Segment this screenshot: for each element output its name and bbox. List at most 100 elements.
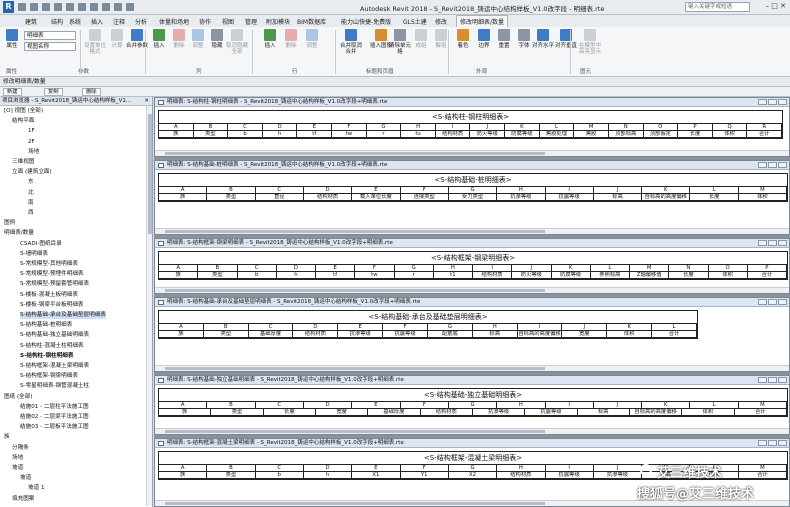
schedule-window-titlebar[interactable]: 明细表: S-结构框架-钢梁明细表 - S_Revit2018_铸运中心结构样板… — [155, 239, 789, 248]
column-letter[interactable]: P — [748, 265, 787, 271]
column-header[interactable]: 族 — [159, 272, 199, 278]
column-letter[interactable]: M — [630, 265, 670, 271]
column-header[interactable]: 载入单位长度 — [352, 194, 401, 200]
ribbon-tab[interactable]: 体量和场地 — [156, 16, 192, 27]
column-header[interactable]: 长度 — [669, 272, 709, 278]
ribbon-button[interactable]: 对齐水平 — [532, 29, 554, 49]
column-letter[interactable]: J — [594, 402, 643, 408]
horizontal-scrollbar[interactable] — [155, 228, 789, 234]
column-letter[interactable]: B — [207, 187, 256, 193]
column-letter[interactable]: K — [552, 265, 591, 271]
column-header[interactable]: 长度 — [690, 194, 739, 200]
column-header[interactable]: 防火等级 — [470, 131, 506, 137]
3d-view-icon[interactable] — [114, 3, 122, 11]
ribbon-button[interactable]: 边界 — [473, 29, 495, 49]
minimize-icon[interactable] — [758, 377, 767, 383]
column-letter[interactable]: I — [473, 265, 513, 271]
ribbon-tab[interactable]: 修改 — [432, 16, 450, 27]
column-header[interactable]: 连接类型 — [401, 194, 449, 200]
column-letter[interactable]: N — [609, 124, 644, 130]
column-letter[interactable]: E — [352, 187, 401, 193]
column-header[interactable]: 合计 — [735, 409, 787, 415]
close-icon[interactable] — [778, 299, 787, 305]
column-letter[interactable]: C — [249, 324, 294, 330]
browser-tree-item[interactable]: 分隔条 — [12, 445, 29, 452]
horizontal-scrollbar[interactable] — [155, 365, 789, 371]
browser-tree-item[interactable]: S-零星明细表-钢管混凝土柱 — [20, 383, 89, 390]
window-controls[interactable] — [757, 162, 787, 169]
browser-tree-item[interactable]: 图例 — [4, 220, 15, 227]
column-letter[interactable]: K — [505, 124, 540, 130]
ribbon-button[interactable]: 设置单位格式 — [84, 29, 106, 55]
column-letter[interactable]: I — [546, 402, 594, 408]
horizontal-scrollbar[interactable] — [155, 428, 789, 434]
column-letter[interactable]: F — [401, 465, 449, 471]
browser-tree-item[interactable]: 坡道 1 — [28, 485, 45, 492]
column-header[interactable]: 防火等级 — [512, 272, 552, 278]
column-letter[interactable]: C — [256, 465, 304, 471]
column-letter[interactable]: B — [204, 324, 249, 330]
type-selector[interactable]: 明细表 — [24, 31, 76, 40]
column-letter[interactable]: C — [256, 187, 304, 193]
window-controls[interactable] — [757, 299, 787, 306]
column-letter[interactable]: J — [594, 187, 643, 193]
column-header[interactable]: 宽度 — [316, 409, 369, 415]
column-header[interactable]: h — [277, 272, 316, 278]
horizontal-scrollbar[interactable] — [155, 287, 789, 293]
column-letter[interactable]: B — [194, 124, 229, 130]
maximize-icon[interactable] — [768, 240, 777, 246]
column-header[interactable]: h — [304, 472, 353, 478]
sync-icon[interactable] — [42, 3, 50, 11]
schedule-window[interactable]: 明细表: S-结构框架-钢梁明细表 - S_Revit2018_铸运中心结构样板… — [154, 238, 790, 294]
browser-tree-item[interactable]: S-结构基础-独立基础明细表 — [20, 332, 89, 339]
column-header[interactable]: 类型 — [198, 272, 238, 278]
column-header[interactable]: 体积 — [709, 272, 748, 278]
ribbon-button[interactable]: 计算 — [106, 29, 128, 49]
ribbon-button[interactable]: 成组 — [410, 29, 432, 49]
column-header[interactable]: 抗渗等级 — [338, 331, 384, 337]
column-letter[interactable]: F — [401, 187, 449, 193]
column-header[interactable]: 自标高的高度偏移 — [630, 409, 683, 415]
column-header[interactable]: tf — [316, 272, 356, 278]
ribbon-tab[interactable]: 协作 — [196, 16, 214, 27]
ribbon-tab[interactable]: 插入 — [88, 16, 106, 27]
browser-tree-item[interactable]: 明细表/数量 — [4, 230, 34, 237]
ribbon-button[interactable]: 合并取消合并 — [340, 29, 362, 55]
column-header[interactable]: 合计 — [652, 331, 697, 337]
column-header[interactable]: 防腐等级 — [505, 131, 540, 137]
column-letter[interactable]: N — [669, 265, 709, 271]
column-header[interactable]: b — [256, 472, 304, 478]
maximize-icon[interactable] — [768, 377, 777, 383]
browser-scrollbar[interactable] — [146, 106, 152, 506]
column-header[interactable]: X1 — [352, 472, 401, 478]
browser-tree-item[interactable]: 场地 — [28, 149, 39, 156]
column-header[interactable]: 配筋底 — [428, 331, 473, 337]
column-header[interactable]: h — [263, 131, 298, 137]
ribbon-tab[interactable]: 管理 — [242, 16, 260, 27]
column-letter[interactable]: I — [436, 124, 471, 130]
column-header[interactable]: 抗震等级 — [525, 409, 578, 415]
window-controls[interactable] — [757, 99, 787, 106]
column-header[interactable]: 类型 — [207, 194, 256, 200]
ribbon-button[interactable]: 对齐垂直 — [555, 29, 577, 49]
browser-tree-item[interactable]: 族 — [4, 434, 10, 441]
column-header[interactable]: 类型 — [194, 131, 229, 137]
column-header[interactable]: t1 — [434, 272, 473, 278]
ribbon-tab[interactable]: 视图 — [219, 16, 237, 27]
column-letter[interactable]: K — [607, 324, 653, 330]
minimize-icon[interactable] — [758, 240, 767, 246]
column-header[interactable]: 结构材质 — [421, 409, 473, 415]
browser-tree-item[interactable]: S-结构柱-钢柱明细表 — [20, 353, 73, 360]
column-letter[interactable]: I — [518, 324, 563, 330]
column-header[interactable]: 参照标高 — [591, 272, 630, 278]
column-header[interactable]: b — [228, 131, 263, 137]
column-header[interactable]: 类型 — [204, 331, 249, 337]
open-icon[interactable] — [18, 3, 26, 11]
duplicate-button[interactable]: 复制 — [44, 88, 63, 96]
column-header[interactable]: 长度 — [678, 131, 713, 137]
ribbon-button[interactable]: 重置 — [493, 29, 515, 49]
browser-tree-item[interactable]: S-结构框架-钢梁明细表 — [20, 373, 78, 380]
browser-tree-item[interactable]: 图纸 (全部) — [4, 394, 33, 401]
browser-tree-item[interactable]: S-常规模型-预留套管明细表 — [20, 281, 89, 288]
column-header[interactable]: 基础厚度 — [249, 331, 294, 337]
